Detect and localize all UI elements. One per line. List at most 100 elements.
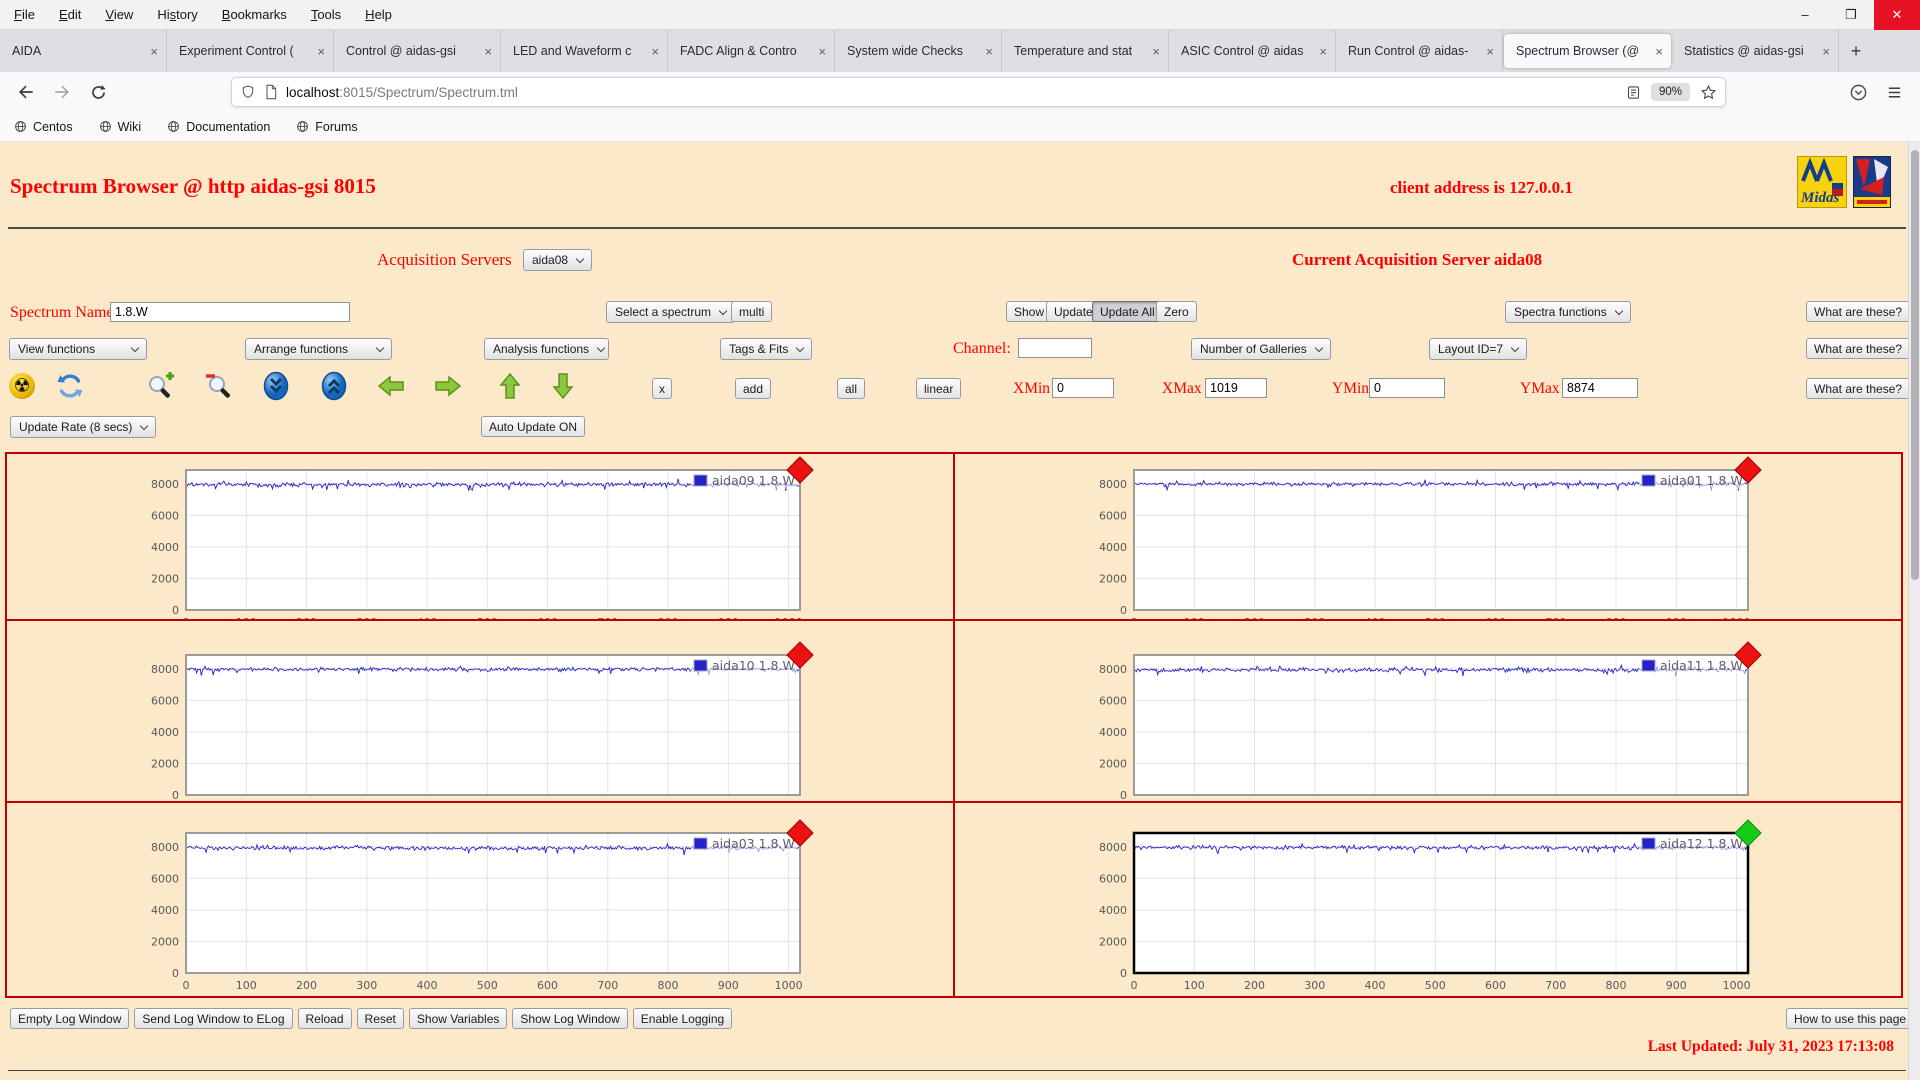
scrollbar[interactable] (1908, 142, 1920, 1080)
tab-close-icon[interactable]: × (150, 44, 158, 59)
window-minimize-button[interactable]: – (1782, 0, 1828, 30)
scrollbar-thumb[interactable] (1911, 150, 1919, 580)
tab-close-icon[interactable]: × (1486, 44, 1494, 59)
footer-button-show-variables[interactable]: Show Variables (409, 1008, 508, 1029)
footer-button-send-log-window-to-elog[interactable]: Send Log Window to ELog (134, 1008, 292, 1029)
menu-help[interactable]: Help (365, 7, 392, 22)
menu-bookmarks[interactable]: Bookmarks (222, 7, 287, 22)
svg-text:500: 500 (1425, 979, 1446, 992)
analysis-functions-dropdown[interactable]: Analysis functions (484, 338, 609, 360)
arrow-down-icon[interactable] (547, 370, 579, 402)
spectrum-plot-cell[interactable]: 0100200300400500600700800900100002000400… (7, 454, 953, 619)
spectrum-plot-cell[interactable]: 0100200300400500600700800900100002000400… (7, 621, 953, 801)
browser-tab[interactable]: Spectrum Browser (@ × (1504, 34, 1671, 68)
browser-tab[interactable]: Run Control @ aidas- × (1336, 30, 1503, 72)
menu-history[interactable]: History (157, 7, 197, 22)
window-close-button[interactable]: ✕ (1874, 0, 1920, 30)
browser-tab[interactable]: ASIC Control @ aidas × (1169, 30, 1336, 72)
bookmark-forums[interactable]: Forums (296, 120, 357, 134)
reload-button[interactable] (82, 76, 114, 108)
arrange-functions-dropdown[interactable]: Arrange functions (245, 338, 392, 360)
footer-button-enable-logging[interactable]: Enable Logging (633, 1008, 732, 1029)
tab-close-icon[interactable]: × (1822, 44, 1830, 59)
tab-close-icon[interactable]: × (985, 44, 993, 59)
zoom-level-badge[interactable]: 90% (1651, 83, 1690, 101)
browser-tab[interactable]: AIDA × (0, 30, 167, 72)
spectrum-name-input[interactable] (110, 302, 350, 322)
tab-close-icon[interactable]: × (1655, 44, 1663, 59)
app-menu-button[interactable] (1878, 76, 1910, 108)
zoom-in-icon[interactable] (145, 370, 177, 402)
add-button[interactable]: add (735, 378, 771, 399)
xmax-input[interactable] (1205, 378, 1267, 398)
browser-tab[interactable]: Statistics @ aidas-gsi × (1672, 30, 1839, 72)
browser-tab[interactable]: Control @ aidas-gsi × (334, 30, 501, 72)
arrow-left-icon[interactable] (375, 370, 407, 402)
arrow-up-icon[interactable] (494, 370, 526, 402)
menu-view[interactable]: View (105, 7, 133, 22)
auto-update-button[interactable]: Auto Update ON (481, 416, 585, 437)
browser-tab[interactable]: LED and Waveform c × (501, 30, 668, 72)
xmin-input[interactable] (1052, 378, 1114, 398)
browser-tab[interactable]: Experiment Control ( × (167, 30, 334, 72)
browser-tab[interactable]: Temperature and stat × (1002, 30, 1169, 72)
ymin-input[interactable] (1369, 378, 1445, 398)
spectrum-plot-cell[interactable]: 0100200300400500600700800900100002000400… (955, 803, 1901, 996)
tab-close-icon[interactable]: × (818, 44, 826, 59)
radioactive-icon[interactable]: ☢ (6, 370, 38, 402)
new-tab-button[interactable]: + (1839, 30, 1873, 72)
browser-tab[interactable]: FADC Align & Contro × (668, 30, 835, 72)
acquisition-server-select[interactable]: aida08 (523, 249, 592, 271)
what-are-these-button-1[interactable]: What are these? (1806, 301, 1910, 322)
zero-button[interactable]: Zero (1156, 301, 1197, 322)
footer-button-reset[interactable]: Reset (357, 1008, 404, 1029)
scroll-down-icon[interactable] (260, 370, 292, 402)
all-button[interactable]: all (837, 378, 865, 399)
refresh-icon[interactable] (54, 370, 86, 402)
footer-button-show-log-window[interactable]: Show Log Window (512, 1008, 627, 1029)
zoom-out-icon[interactable] (203, 370, 235, 402)
back-button[interactable] (10, 76, 42, 108)
ymax-input[interactable] (1562, 378, 1638, 398)
bookmark-centos[interactable]: Centos (14, 120, 73, 134)
menu-edit[interactable]: Edit (59, 7, 81, 22)
select-spectrum-dropdown[interactable]: Select a spectrum (606, 301, 735, 323)
linear-button[interactable]: linear (916, 378, 961, 399)
reader-mode-icon[interactable] (1626, 85, 1641, 100)
spectra-functions-dropdown[interactable]: Spectra functions (1505, 301, 1631, 323)
menu-tools[interactable]: Tools (311, 7, 341, 22)
arrow-right-icon[interactable] (432, 370, 464, 402)
update-all-button[interactable]: Update All (1092, 301, 1163, 322)
what-are-these-button-2[interactable]: What are these? (1806, 338, 1910, 359)
scroll-up-icon[interactable] (318, 370, 350, 402)
bookmark-star-icon[interactable] (1700, 84, 1717, 101)
pocket-button[interactable] (1842, 76, 1874, 108)
forward-button[interactable] (46, 76, 78, 108)
multi-button[interactable]: multi (731, 301, 772, 322)
footer-button-empty-log-window[interactable]: Empty Log Window (10, 1008, 129, 1029)
spectrum-plot-cell[interactable]: 0100200300400500600700800900100002000400… (955, 454, 1901, 619)
tab-close-icon[interactable]: × (484, 44, 492, 59)
footer-button-reload[interactable]: Reload (298, 1008, 352, 1029)
what-are-these-button-3[interactable]: What are these? (1806, 378, 1910, 399)
menu-file[interactable]: File (14, 7, 35, 22)
layout-id-dropdown[interactable]: Layout ID=7 (1429, 338, 1527, 360)
bookmark-wiki[interactable]: Wiki (99, 120, 142, 134)
tab-close-icon[interactable]: × (317, 44, 325, 59)
window-maximize-button[interactable]: ❐ (1828, 0, 1874, 30)
channel-input[interactable] (1018, 338, 1092, 358)
tab-close-icon[interactable]: × (1152, 44, 1160, 59)
tab-close-icon[interactable]: × (651, 44, 659, 59)
tab-close-icon[interactable]: × (1319, 44, 1327, 59)
spectrum-plot-cell[interactable]: 0100200300400500600700800900100002000400… (955, 621, 1901, 801)
bookmark-documentation[interactable]: Documentation (167, 120, 270, 134)
x-scale-button[interactable]: x (652, 378, 672, 399)
browser-tab[interactable]: System wide Checks × (835, 30, 1002, 72)
url-bar[interactable]: localhost:8015/Spectrum/Spectrum.tml 90% (231, 77, 1726, 107)
view-functions-dropdown[interactable]: View functions (9, 338, 147, 360)
update-rate-dropdown[interactable]: Update Rate (8 secs) (10, 416, 156, 438)
number-of-galleries-dropdown[interactable]: Number of Galleries (1191, 338, 1331, 360)
how-to-use-button[interactable]: How to use this page (1786, 1008, 1914, 1029)
spectrum-plot-cell[interactable]: 0100200300400500600700800900100002000400… (7, 803, 953, 996)
tags-fits-dropdown[interactable]: Tags & Fits (720, 338, 812, 360)
